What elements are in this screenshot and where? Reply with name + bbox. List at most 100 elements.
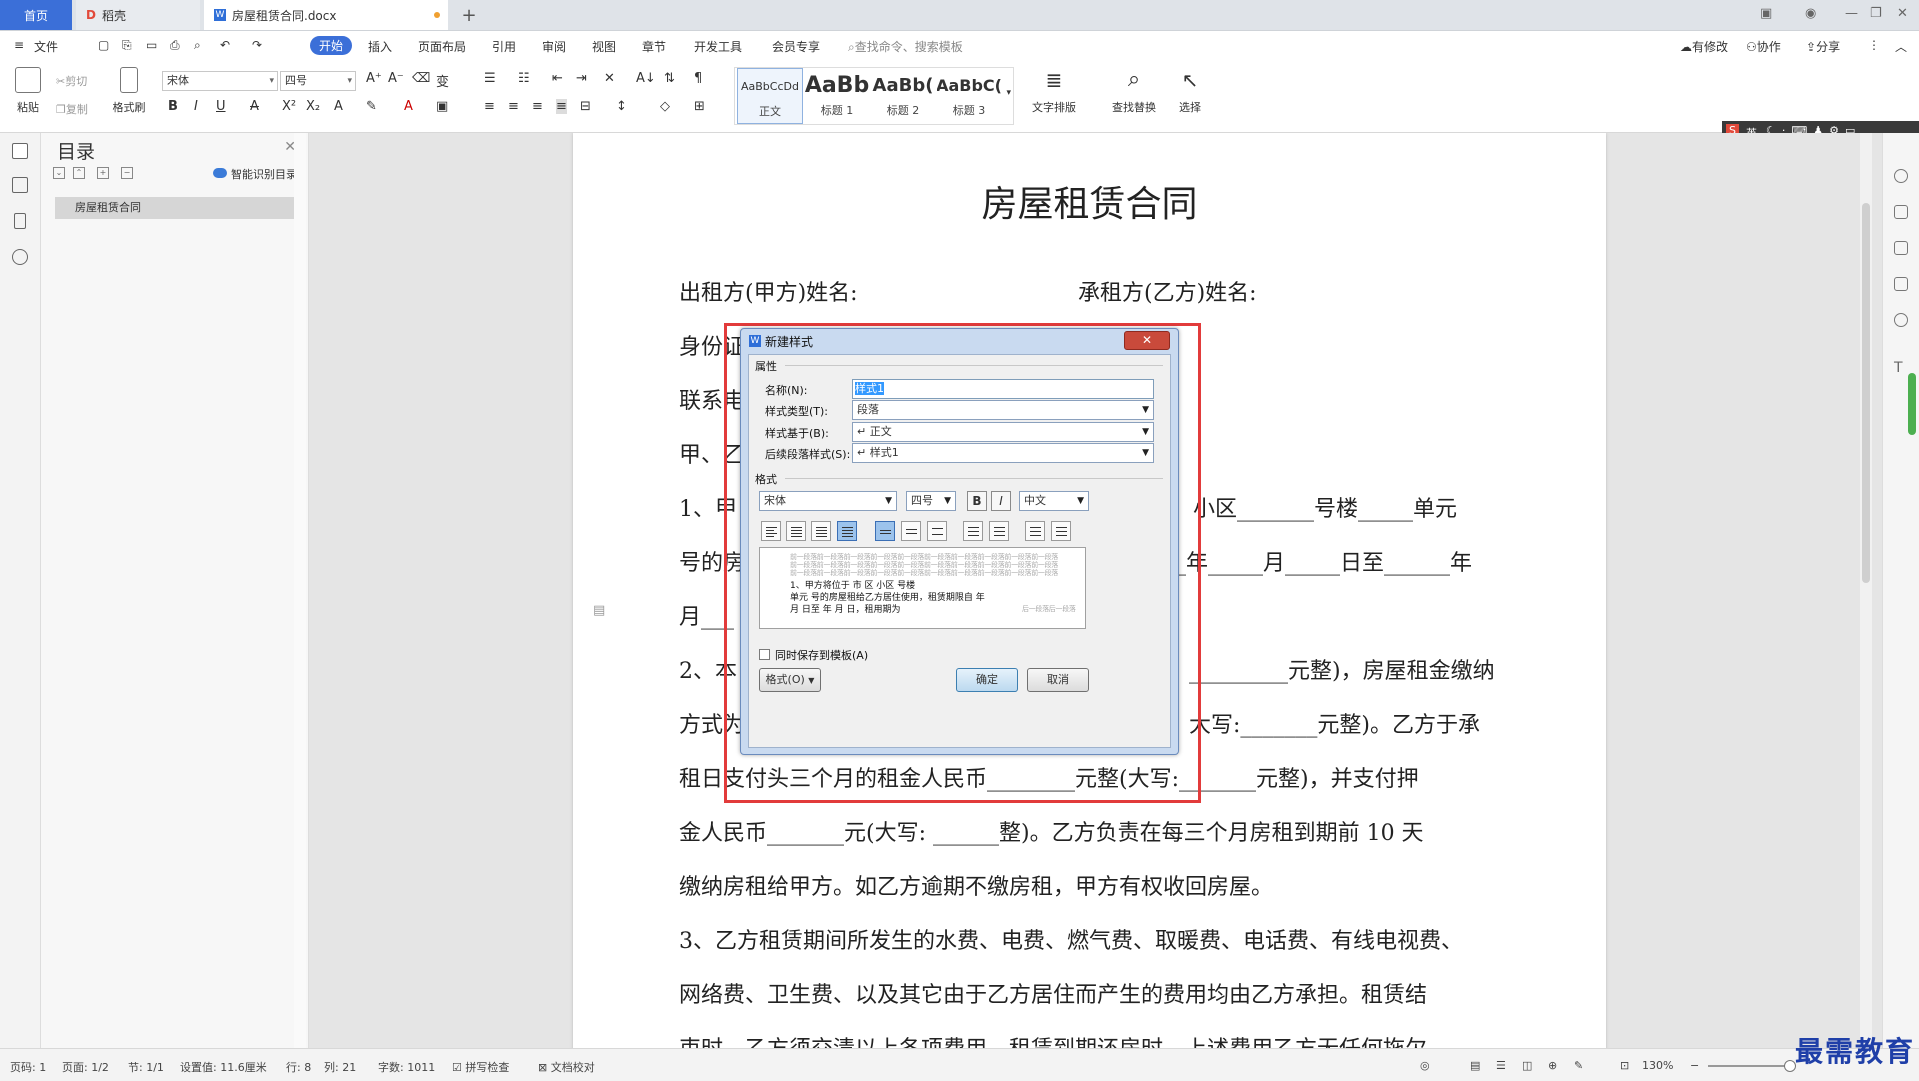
- zoom-out-icon[interactable]: −: [1690, 1059, 1699, 1072]
- new-doc-icon[interactable]: ▢: [98, 38, 109, 52]
- eye-protect-icon[interactable]: ◎: [1420, 1059, 1430, 1072]
- numbered-list-icon[interactable]: ☷: [518, 71, 530, 86]
- toc-item[interactable]: 房屋租赁合同: [55, 197, 301, 219]
- format-dropdown-button[interactable]: 格式(O) ▼: [759, 668, 821, 692]
- superscript-icon[interactable]: X²: [282, 99, 296, 114]
- font-color-icon[interactable]: A: [404, 99, 413, 114]
- based-on-select[interactable]: ↵ 正文 ▼: [852, 422, 1154, 442]
- increase-indent-icon[interactable]: ⇥: [576, 71, 587, 86]
- char-border-icon[interactable]: ▣: [436, 99, 448, 114]
- save-icon[interactable]: ▭: [146, 38, 157, 52]
- style-type-select[interactable]: 段落 ▼: [852, 400, 1154, 420]
- new-style-dialog[interactable]: W 新建样式 ✕ 属性 名称(N): 样式1 样式类型(T): 段落 ▼ 样式基于…: [740, 328, 1179, 755]
- shading-icon[interactable]: ◇: [660, 99, 670, 114]
- navigation-icon[interactable]: [12, 177, 28, 193]
- help-icon[interactable]: [1894, 313, 1908, 327]
- toc-panel-icon[interactable]: [12, 143, 28, 159]
- open-icon[interactable]: ⎘: [122, 38, 132, 53]
- sliders-icon[interactable]: [1894, 277, 1908, 291]
- menu-review[interactable]: 审阅: [542, 38, 566, 55]
- menu-page-layout[interactable]: 页面布局: [418, 38, 466, 55]
- format-painter-button[interactable]: 格式刷: [108, 67, 150, 115]
- revise-button[interactable]: ☁有修改: [1680, 38, 1728, 55]
- font-name-select[interactable]: 宋体: [162, 71, 278, 91]
- dlg-justify-icon[interactable]: [837, 521, 857, 541]
- command-search[interactable]: ⌕查找命令、搜索模板: [848, 38, 963, 55]
- share-button[interactable]: ⇪分享: [1806, 38, 1840, 55]
- paragraph-handle-icon[interactable]: ▤: [593, 603, 605, 618]
- status-word-count[interactable]: 字数: 1011: [378, 1059, 435, 1075]
- highlight-icon[interactable]: ✎: [366, 99, 377, 114]
- restore-icon[interactable]: ❐: [1870, 6, 1882, 21]
- zoom-level[interactable]: 130%: [1642, 1059, 1673, 1072]
- print-preview-icon[interactable]: ⌕: [194, 38, 201, 53]
- menu-developer[interactable]: 开发工具: [694, 38, 742, 55]
- zoom-slider[interactable]: [1708, 1065, 1788, 1067]
- more-icon[interactable]: ⋮: [1868, 38, 1880, 52]
- doc-proof-button[interactable]: ⊠ 文档校对: [538, 1059, 595, 1075]
- find-replace-button[interactable]: ⌕ 查找替换: [1104, 67, 1164, 115]
- text-layout-button[interactable]: ≣ 文字排版: [1024, 67, 1084, 115]
- paste-button[interactable]: 粘贴: [10, 67, 46, 115]
- distributed-icon[interactable]: ⊟: [580, 99, 591, 114]
- dlg-align-center-icon[interactable]: [786, 521, 806, 541]
- collab-button[interactable]: ⚇协作: [1746, 38, 1781, 55]
- style-gallery-more-icon[interactable]: ▾: [1006, 88, 1011, 98]
- menu-chapter[interactable]: 章节: [642, 38, 666, 55]
- decrease-indent-icon[interactable]: ⇤: [552, 71, 563, 86]
- align-left-icon[interactable]: ≡: [484, 99, 495, 114]
- fit-page-icon[interactable]: ⊡: [1620, 1059, 1629, 1072]
- dialog-close-button[interactable]: ✕: [1124, 331, 1170, 350]
- tab-document[interactable]: W 房屋租赁合同.docx: [204, 0, 448, 30]
- status-pages[interactable]: 页面: 1/2: [62, 1059, 109, 1075]
- pointer-icon[interactable]: [1894, 241, 1908, 255]
- menu-member[interactable]: 会员专享: [772, 38, 820, 55]
- side-zoom-handle[interactable]: [1908, 373, 1916, 435]
- bold-icon[interactable]: B: [168, 99, 178, 114]
- smart-toc-button[interactable]: 智能识别目录: [231, 166, 297, 182]
- dialog-lang-select[interactable]: 中文 ▼: [1019, 491, 1089, 511]
- outline-view-icon[interactable]: ☰: [1496, 1059, 1506, 1072]
- justify-icon[interactable]: ≡: [556, 99, 567, 114]
- dlg-space-before-icon[interactable]: [963, 521, 983, 541]
- text-effect-icon[interactable]: A: [334, 99, 343, 114]
- next-style-select[interactable]: ↵ 样式1 ▼: [852, 443, 1154, 463]
- dlg-single-spacing-icon[interactable]: [875, 521, 895, 541]
- italic-icon[interactable]: I: [194, 99, 198, 114]
- sort-icon[interactable]: ⇅: [664, 71, 675, 86]
- style-name-input[interactable]: 样式1: [852, 379, 1154, 399]
- dialog-font-select[interactable]: 宋体 ▼: [759, 491, 897, 511]
- ok-button[interactable]: 确定: [956, 668, 1018, 692]
- dlg-indent-decrease-icon[interactable]: [1025, 521, 1045, 541]
- scrollbar-thumb[interactable]: [1862, 203, 1870, 583]
- dialog-italic-button[interactable]: I: [991, 491, 1011, 511]
- expand-up-icon[interactable]: ⌃: [73, 167, 85, 179]
- page-view-icon[interactable]: ▤: [1470, 1059, 1480, 1072]
- remove-heading-icon[interactable]: −: [121, 167, 133, 179]
- chinese-layout-icon[interactable]: ✕: [604, 71, 615, 86]
- underline-icon[interactable]: U: [216, 99, 226, 114]
- dialog-size-select[interactable]: 四号 ▼: [906, 491, 956, 511]
- shrink-font-icon[interactable]: A⁻: [388, 71, 404, 86]
- text-direction-icon[interactable]: A↓: [636, 71, 656, 86]
- copy-button[interactable]: ❐复制: [56, 101, 88, 117]
- font-size-select[interactable]: 四号: [280, 71, 356, 91]
- bullet-list-icon[interactable]: ☰: [484, 71, 496, 86]
- pinyin-icon[interactable]: 变: [436, 71, 449, 90]
- menu-view[interactable]: 视图: [592, 38, 616, 55]
- search-panel-icon[interactable]: [12, 249, 28, 265]
- collapse-all-icon[interactable]: ⌄: [53, 167, 65, 179]
- dlg-align-right-icon[interactable]: [811, 521, 831, 541]
- dlg-indent-increase-icon[interactable]: [1051, 521, 1071, 541]
- reading-view-icon[interactable]: ◫: [1522, 1059, 1532, 1072]
- align-right-icon[interactable]: ≡: [532, 99, 543, 114]
- style-normal[interactable]: AaBbCcDd 正文: [737, 68, 803, 124]
- menu-references[interactable]: 引用: [492, 38, 516, 55]
- style-heading3[interactable]: AaBbC( 标题 3: [937, 68, 1001, 118]
- show-marks-icon[interactable]: ¶: [694, 71, 702, 86]
- minimize-icon[interactable]: —: [1845, 6, 1858, 21]
- print-icon[interactable]: ⎙: [170, 38, 180, 53]
- style-heading2[interactable]: AaBb( 标题 2: [871, 68, 935, 118]
- redo-icon[interactable]: ↷: [252, 38, 262, 52]
- line-spacing-icon[interactable]: ↕: [616, 99, 627, 114]
